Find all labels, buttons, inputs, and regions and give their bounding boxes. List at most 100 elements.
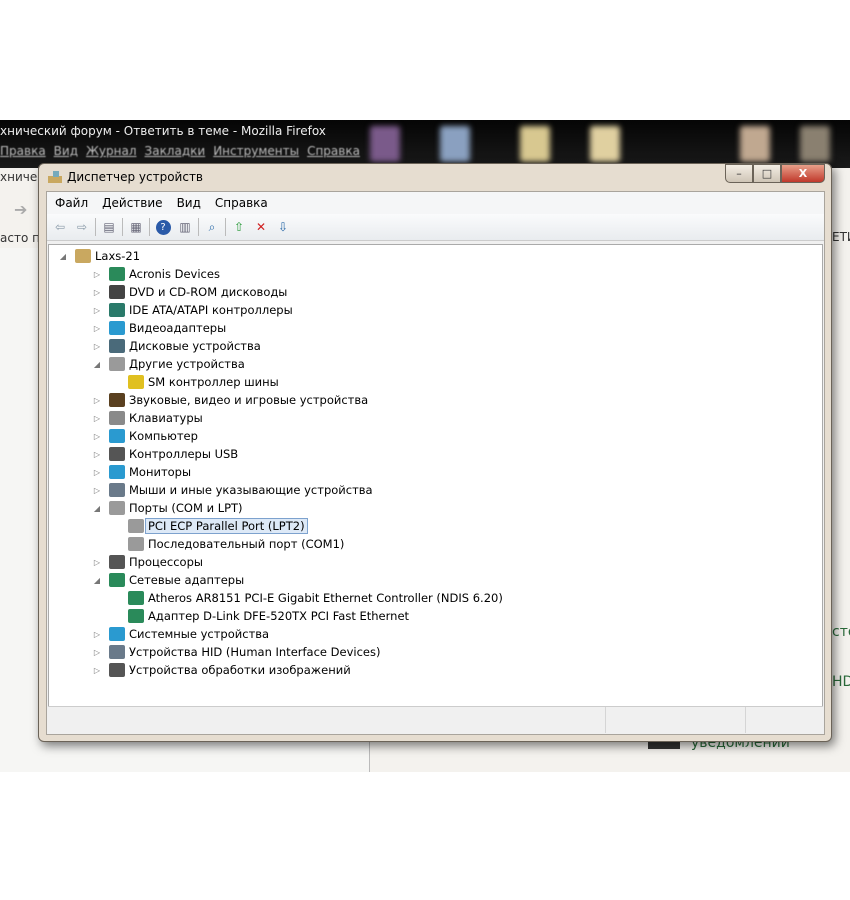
tree-item[interactable]: ▷ Клавиатуры	[94, 409, 203, 427]
tree-item-label: Atheros AR8151 PCI-E Gigabit Ethernet Co…	[148, 591, 503, 605]
expand-icon[interactable]: ▷	[92, 558, 102, 567]
expand-icon[interactable]: ▷	[92, 324, 102, 333]
disable-device-icon[interactable]: ✕	[252, 218, 270, 236]
tree-root[interactable]: ◢ Laxs-21	[60, 247, 140, 265]
tree-item[interactable]: ▷ Мыши и иные указывающие устройства	[94, 481, 373, 499]
tree-item[interactable]: ▷ IDE ATA/ATAPI контроллеры	[94, 301, 293, 319]
tree-item[interactable]: ▷ Звуковые, видео и игровые устройства	[94, 391, 368, 409]
properties-icon[interactable]: ▦	[127, 218, 145, 236]
tree-item-label: PCI ECP Parallel Port (LPT2)	[145, 518, 308, 534]
expand-icon[interactable]: ▷	[92, 630, 102, 639]
hid-icon	[109, 645, 125, 659]
network-adapter-icon	[128, 591, 144, 605]
collapse-icon[interactable]: ◢	[58, 252, 68, 261]
tree-item-label: Процессоры	[129, 555, 203, 569]
tree-item[interactable]: ▷ DVD и CD-ROM дисководы	[94, 283, 288, 301]
tree-item-label: Адаптер D-Link DFE-520TX PCI Fast Ethern…	[148, 609, 410, 623]
firefox-menu-item[interactable]: Правка	[0, 144, 46, 158]
tree-item[interactable]: ◢ Порты (COM и LPT)	[94, 499, 243, 517]
tree-item[interactable]: Адаптер D-Link DFE-520TX PCI Fast Ethern…	[128, 607, 409, 625]
tree-item-label: Другие устройства	[129, 357, 245, 371]
minimize-button[interactable]: –	[725, 164, 753, 183]
toolbar: ⇦ ⇨ ▤ ▦ ? ▥ ⌕ ⇧ ✕ ⇩	[47, 214, 824, 241]
processor-icon	[109, 555, 125, 569]
computer-icon	[75, 249, 91, 263]
notification-indicator	[648, 741, 680, 749]
expand-icon[interactable]: ▷	[92, 468, 102, 477]
expand-icon[interactable]: ▷	[92, 432, 102, 441]
firefox-menu: Правка Вид Журнал Закладки Инструменты Справк…	[0, 144, 368, 158]
collapse-icon[interactable]: ◢	[92, 504, 102, 513]
close-button[interactable]: X	[781, 164, 825, 183]
uninstall-device-icon[interactable]: ⇩	[274, 218, 292, 236]
expand-icon[interactable]: ▷	[92, 342, 102, 351]
expand-icon[interactable]: ▷	[92, 306, 102, 315]
firefox-title: хнический форум - Ответить в теме - Mozi…	[0, 124, 326, 138]
expand-icon[interactable]: ▷	[92, 270, 102, 279]
background-text: ЕТИ	[832, 230, 850, 244]
tree-item[interactable]: SM контроллер шины	[128, 373, 279, 391]
expand-icon[interactable]: ▷	[92, 450, 102, 459]
tree-item[interactable]: ◢ Сетевые адаптеры	[94, 571, 244, 589]
action-pane-icon[interactable]: ▥	[176, 218, 194, 236]
firefox-menu-item[interactable]: Закладки	[145, 144, 206, 158]
firefox-menu-item[interactable]: Инструменты	[213, 144, 299, 158]
device-manager-window: Диспетчер устройств – □ X Файл Действие …	[38, 163, 832, 742]
tree-item[interactable]: ◢ Другие устройства	[94, 355, 245, 373]
firefox-menu-item[interactable]: Вид	[54, 144, 78, 158]
show-hide-tree-icon[interactable]: ▤	[100, 218, 118, 236]
usb-icon	[109, 447, 125, 461]
tree-item[interactable]: ▷ Мониторы	[94, 463, 192, 481]
background-text: HD	[832, 674, 850, 690]
help-icon[interactable]: ?	[154, 218, 172, 236]
tree-item[interactable]: ▷ Процессоры	[94, 553, 203, 571]
expand-icon[interactable]: ▷	[92, 648, 102, 657]
tree-item[interactable]: Последовательный порт (COM1)	[128, 535, 344, 553]
expand-icon[interactable]: ▷	[92, 666, 102, 675]
back-icon[interactable]: ⇦	[51, 218, 69, 236]
title-bar[interactable]: Диспетчер устройств – □ X	[39, 164, 831, 192]
device-tree[interactable]: ◢ Laxs-21 ▷ Acronis Devices ▷ DVD и CD-ROM ди…	[48, 244, 823, 707]
tree-item[interactable]: ▷ Контроллеры USB	[94, 445, 238, 463]
tree-item[interactable]: ▷ Acronis Devices	[94, 265, 220, 283]
tree-item[interactable]: ▷ Устройства обработки изображений	[94, 661, 351, 679]
background-taskbar: хнический форум - Ответить в теме - Mozi…	[0, 120, 850, 168]
collapse-icon[interactable]: ◢	[92, 360, 102, 369]
device-manager-icon	[48, 171, 62, 183]
scan-hardware-icon[interactable]: ⌕	[203, 218, 221, 236]
menu-view[interactable]: Вид	[177, 196, 201, 210]
tree-item[interactable]: ▷ Компьютер	[94, 427, 198, 445]
update-driver-icon[interactable]: ⇧	[230, 218, 248, 236]
menu-help[interactable]: Справка	[215, 196, 268, 210]
collapse-icon[interactable]: ◢	[92, 576, 102, 585]
forward-icon[interactable]: ⇨	[73, 218, 91, 236]
expand-icon[interactable]: ▷	[92, 396, 102, 405]
status-bar	[48, 706, 823, 733]
tree-item[interactable]: Atheros AR8151 PCI-E Gigabit Ethernet Co…	[128, 589, 503, 607]
tree-item-label: Порты (COM и LPT)	[129, 501, 243, 515]
firefox-menu-item[interactable]: Журнал	[86, 144, 137, 158]
expand-icon[interactable]: ▷	[92, 486, 102, 495]
tree-item[interactable]: ▷ Дисковые устройства	[94, 337, 261, 355]
tree-item-label: DVD и CD-ROM дисководы	[129, 285, 288, 299]
expand-icon[interactable]: ▷	[92, 414, 102, 423]
tree-item[interactable]: ▷ Системные устройства	[94, 625, 269, 643]
tree-item-label: Acronis Devices	[129, 267, 220, 281]
tree-item[interactable]: PCI ECP Parallel Port (LPT2)	[128, 517, 308, 535]
expand-icon[interactable]: ▷	[92, 288, 102, 297]
mouse-icon	[109, 483, 125, 497]
disk-drive-icon	[109, 339, 125, 353]
monitor-icon	[109, 465, 125, 479]
tree-item[interactable]: ▷ Устройства HID (Human Interface Devices…	[94, 643, 381, 661]
tree-item-label: Устройства HID (Human Interface Devices)	[129, 645, 381, 659]
maximize-button[interactable]: □	[753, 164, 781, 183]
firefox-menu-item[interactable]: Справка	[307, 144, 360, 158]
tree-item[interactable]: ▷ Видеоадаптеры	[94, 319, 226, 337]
menu-file[interactable]: Файл	[55, 196, 88, 210]
tree-item-label: Мониторы	[129, 465, 192, 479]
port-icon	[109, 501, 125, 515]
menu-action[interactable]: Действие	[102, 196, 162, 210]
tree-item-label: Устройства обработки изображений	[129, 663, 351, 677]
forward-icon: ➔	[14, 200, 28, 219]
tree-item-label: Клавиатуры	[129, 411, 203, 425]
